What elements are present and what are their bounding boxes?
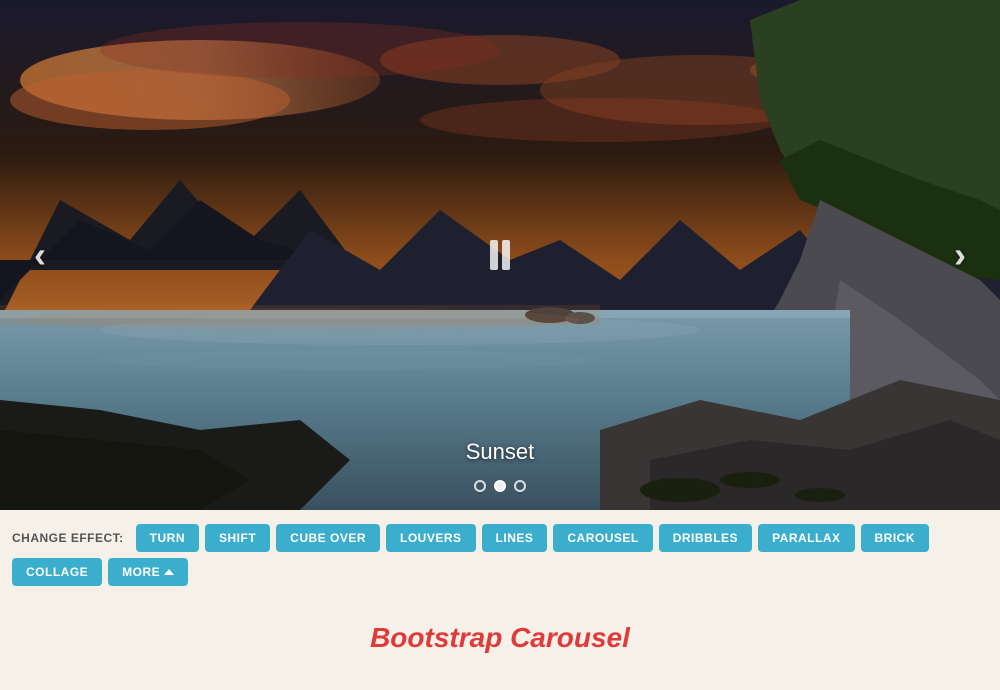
carousel-dot-1[interactable] (474, 480, 486, 492)
effect-turn-button[interactable]: TURN (136, 524, 199, 552)
effects-label: CHANGE EFFECT: (12, 531, 124, 545)
pause-bar-right (502, 240, 510, 270)
effect-dribbles-button[interactable]: DRIBBLES (659, 524, 752, 552)
carousel-caption: Sunset (466, 439, 535, 465)
effect-louvers-button[interactable]: LOUVERS (386, 524, 476, 552)
carousel-dot-3[interactable] (514, 480, 526, 492)
carousel-prev-button[interactable]: ‹ (15, 230, 65, 280)
chevron-up-icon (164, 569, 174, 575)
footer-title: Bootstrap Carousel (0, 600, 1000, 664)
carousel-dots (474, 480, 526, 492)
effect-cube-over-button[interactable]: CUBE OVER (276, 524, 380, 552)
effect-carousel-button[interactable]: CAROUSEL (553, 524, 652, 552)
carousel-container: ‹ › Sunset (0, 0, 1000, 510)
carousel-dot-2[interactable] (494, 480, 506, 492)
pause-bar-left (490, 240, 498, 270)
effects-bar: CHANGE EFFECT: TURN SHIFT CUBE OVER LOUV… (0, 510, 1000, 600)
effect-lines-button[interactable]: LINES (482, 524, 548, 552)
effect-collage-button[interactable]: COLLAGE (12, 558, 102, 586)
effect-shift-button[interactable]: SHIFT (205, 524, 270, 552)
effect-brick-button[interactable]: BRICK (861, 524, 930, 552)
carousel-next-button[interactable]: › (935, 230, 985, 280)
effect-parallax-button[interactable]: PARALLAX (758, 524, 854, 552)
carousel-pause-button[interactable] (490, 240, 510, 270)
effect-more-button[interactable]: MORE (108, 558, 188, 586)
